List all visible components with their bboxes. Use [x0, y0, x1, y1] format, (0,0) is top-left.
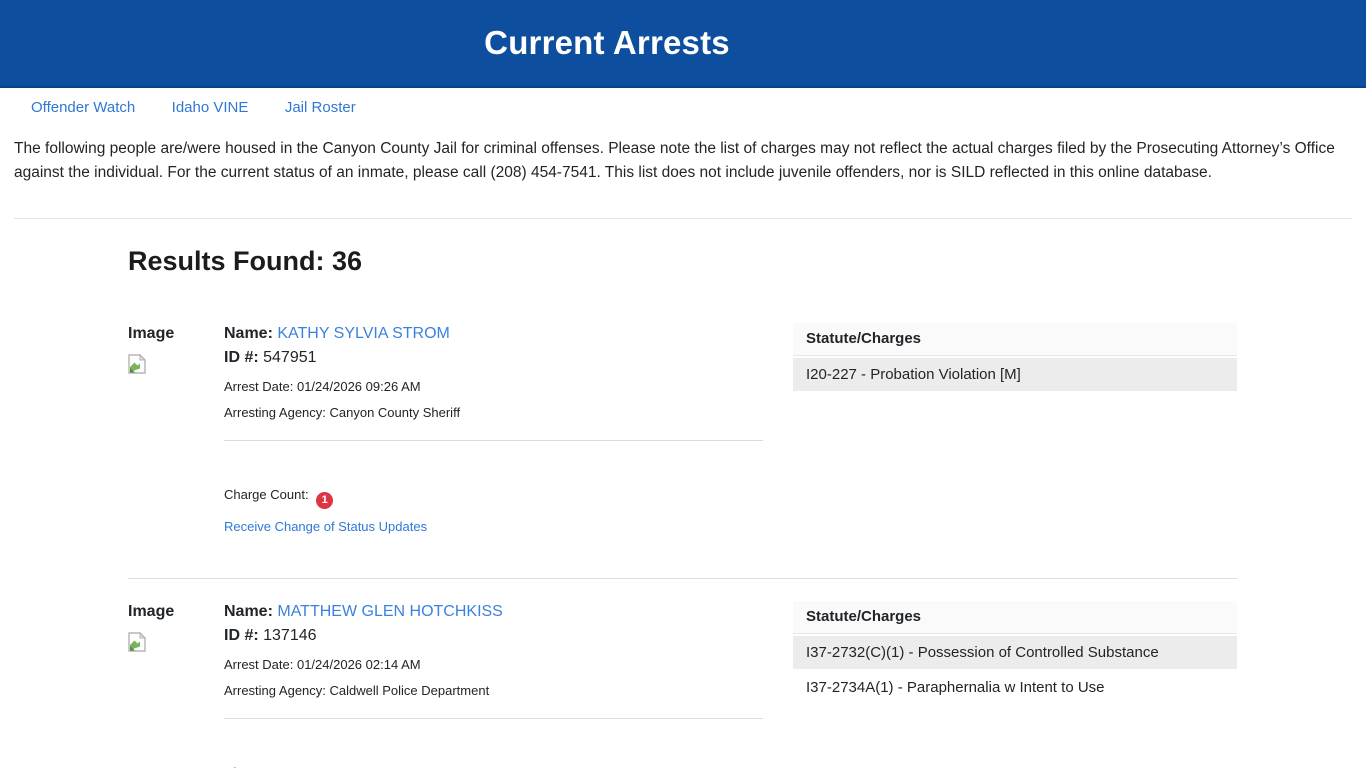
charges-table-header: Statute/Charges — [793, 600, 1237, 634]
inmate-id-value: 547951 — [263, 349, 317, 366]
arresting-agency-line: Arresting Agency: Canyon County Sheriff — [224, 405, 461, 420]
charge-count-label: Charge Count: — [224, 487, 309, 502]
image-column-label: Image — [128, 602, 175, 620]
inmate-info-block: Name: MATTHEW GLEN HOTCHKISS ID #: 13714… — [224, 601, 763, 719]
name-line: Name: KATHY SYLVIA STROM — [224, 323, 763, 345]
charges-table: Statute/Charges I37-2732(C)(1) - Possess… — [793, 600, 1237, 768]
results-section: Results Found: 36 Image Name: KATHY SYLV… — [128, 246, 1237, 768]
charge-row: I20-227 - Probation Violation [M] — [793, 358, 1237, 391]
charge-count-line: Charge Count: 1 — [224, 487, 763, 509]
charge-count-badge: 1 — [316, 491, 334, 509]
inmate-id-value: 137146 — [263, 626, 317, 644]
inmate-record: Image Name: KATHY SYLVIA STROM ID #: 547… — [128, 323, 1237, 578]
image-column: Image — [128, 601, 224, 768]
id-label: ID #: — [224, 349, 259, 366]
status-updates-link[interactable]: Receive Change of Status Updates — [224, 519, 427, 534]
charges-table-header: Statute/Charges — [793, 323, 1237, 356]
page: Current Arrests Offender Watch Idaho VIN… — [0, 0, 1366, 768]
id-line: ID #: 547951 — [224, 347, 763, 369]
arrest-date-line: Arrest Date: 01/24/2026 02:14 AM — [224, 656, 421, 672]
name-label: Name: — [224, 325, 273, 342]
name-line: Name: MATTHEW GLEN HOTCHKISS — [224, 601, 763, 623]
id-label: ID #: — [224, 626, 259, 644]
page-title: Current Arrests — [484, 24, 730, 61]
id-line: ID #: 137146 — [224, 625, 763, 647]
charge-count-label: Charge Count: — [224, 765, 309, 768]
inmate-info-block: Name: KATHY SYLVIA STROM ID #: 547951 Ar… — [224, 323, 763, 441]
inmate-details: Name: KATHY SYLVIA STROM ID #: 547951 Ar… — [224, 323, 763, 536]
charge-row: I37-2732(C)(1) - Possession of Controlle… — [793, 635, 1237, 669]
results-heading: Results Found: 36 — [128, 246, 363, 276]
image-column-label: Image — [128, 325, 175, 342]
inmate-record: Image Name: MATTHEW GLEN HOTCHKISS ID #:… — [128, 577, 1237, 768]
inmate-name-link[interactable]: KATHY SYLVIA STROM — [277, 325, 450, 342]
section-divider — [14, 218, 1352, 219]
site-header: Current Arrests — [0, 0, 1366, 88]
charge-count-line: Charge Count: 2 — [224, 765, 763, 768]
arresting-agency-line: Arresting Agency: Caldwell Police Depart… — [224, 682, 490, 698]
nav-link-jail-roster[interactable]: Jail Roster — [269, 99, 372, 116]
arrest-date-line: Arrest Date: 01/24/2026 09:26 AM — [224, 379, 421, 394]
inmate-name-link[interactable]: MATTHEW GLEN HOTCHKISS — [277, 603, 503, 620]
charges-table: Statute/Charges I20-227 - Probation Viol… — [793, 323, 1237, 536]
nav-link-idaho-vine[interactable]: Idaho VINE — [156, 99, 265, 116]
broken-image-icon — [128, 354, 146, 379]
charge-row: I37-2734A(1) - Paraphernalia w Intent to… — [806, 678, 1105, 696]
name-label: Name: — [224, 602, 273, 620]
broken-image-icon — [128, 631, 146, 657]
intro-text: The following people are/were housed in … — [14, 140, 1335, 181]
image-column: Image — [128, 323, 224, 536]
records-list: Image Name: KATHY SYLVIA STROM ID #: 547… — [128, 323, 1237, 768]
nav-link-offender-watch[interactable]: Offender Watch — [15, 99, 151, 116]
top-nav: Offender Watch Idaho VINE Jail Roster — [0, 88, 1366, 127]
inmate-details: Name: MATTHEW GLEN HOTCHKISS ID #: 13714… — [224, 601, 763, 768]
